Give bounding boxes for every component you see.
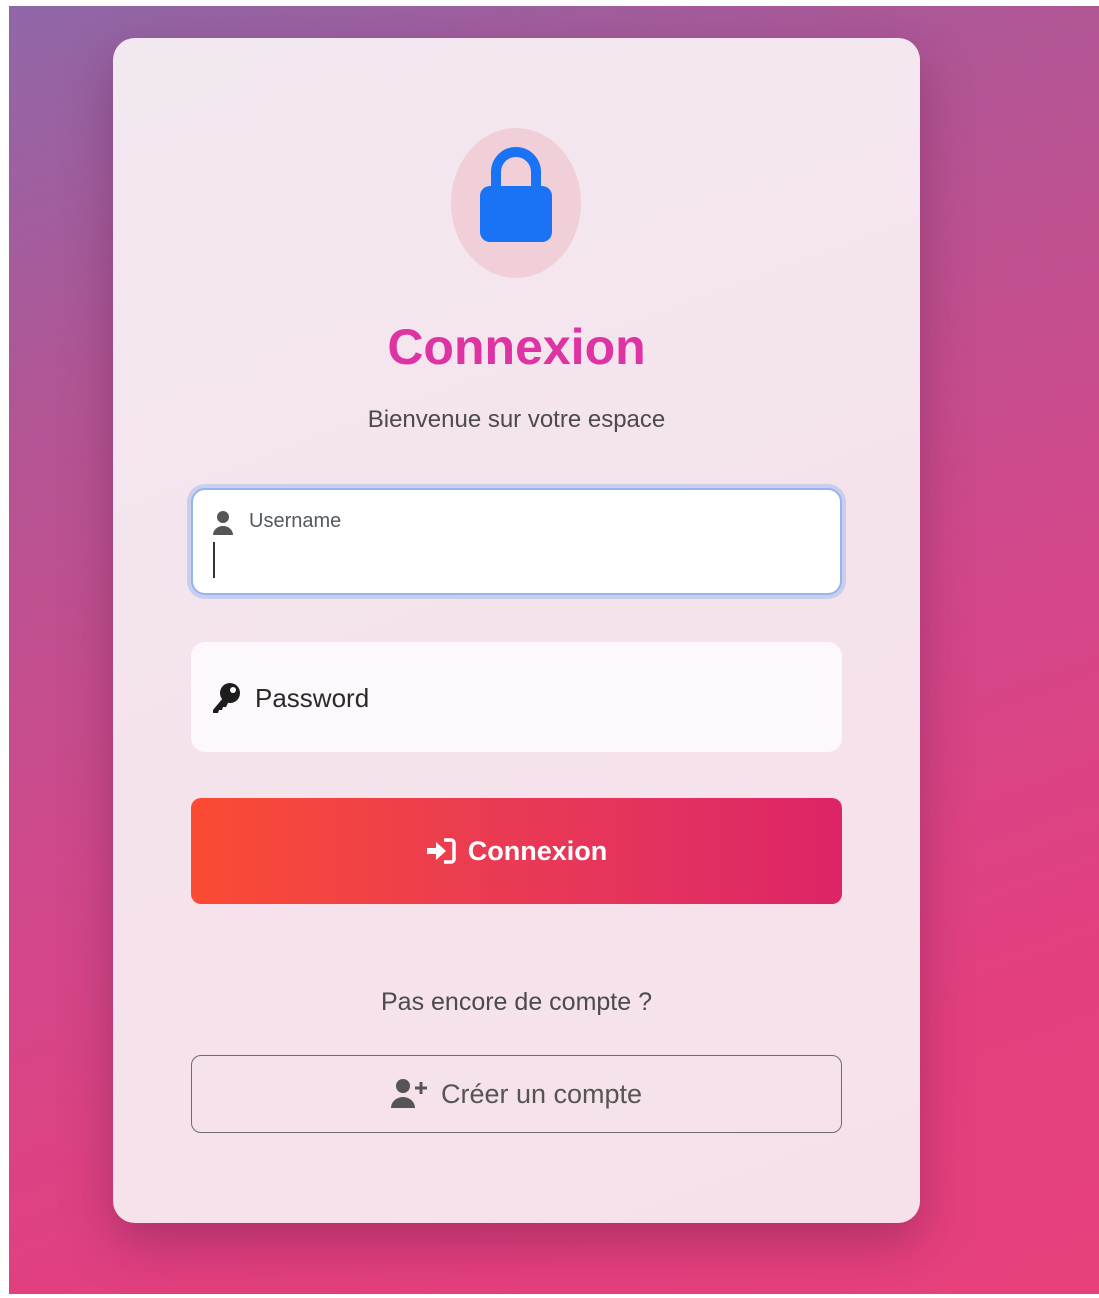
create-account-button[interactable]: Créer un compte [191,1055,842,1133]
password-field[interactable] [191,642,842,752]
lock-icon [480,147,552,242]
password-input[interactable] [255,674,815,722]
page-title: Connexion [387,319,646,375]
username-field[interactable]: Username [191,488,842,595]
username-label: Username [249,510,342,532]
login-button-label: Connexion [467,835,608,866]
user-icon [213,511,233,535]
sign-in-icon [426,838,456,864]
username-input[interactable] [213,538,813,582]
lock-badge [451,128,581,278]
key-icon [213,683,240,713]
login-card: Connexion Bienvenue sur votre espace Use… [113,38,920,1223]
login-button[interactable]: Connexion [191,798,842,904]
page-background: Connexion Bienvenue sur votre espace Use… [9,6,1099,1294]
page-subtitle: Bienvenue sur votre espace [367,406,666,433]
user-plus-icon [390,1079,427,1108]
no-account-text: Pas encore de compte ? [381,988,652,1016]
create-account-label: Créer un compte [440,1078,643,1109]
